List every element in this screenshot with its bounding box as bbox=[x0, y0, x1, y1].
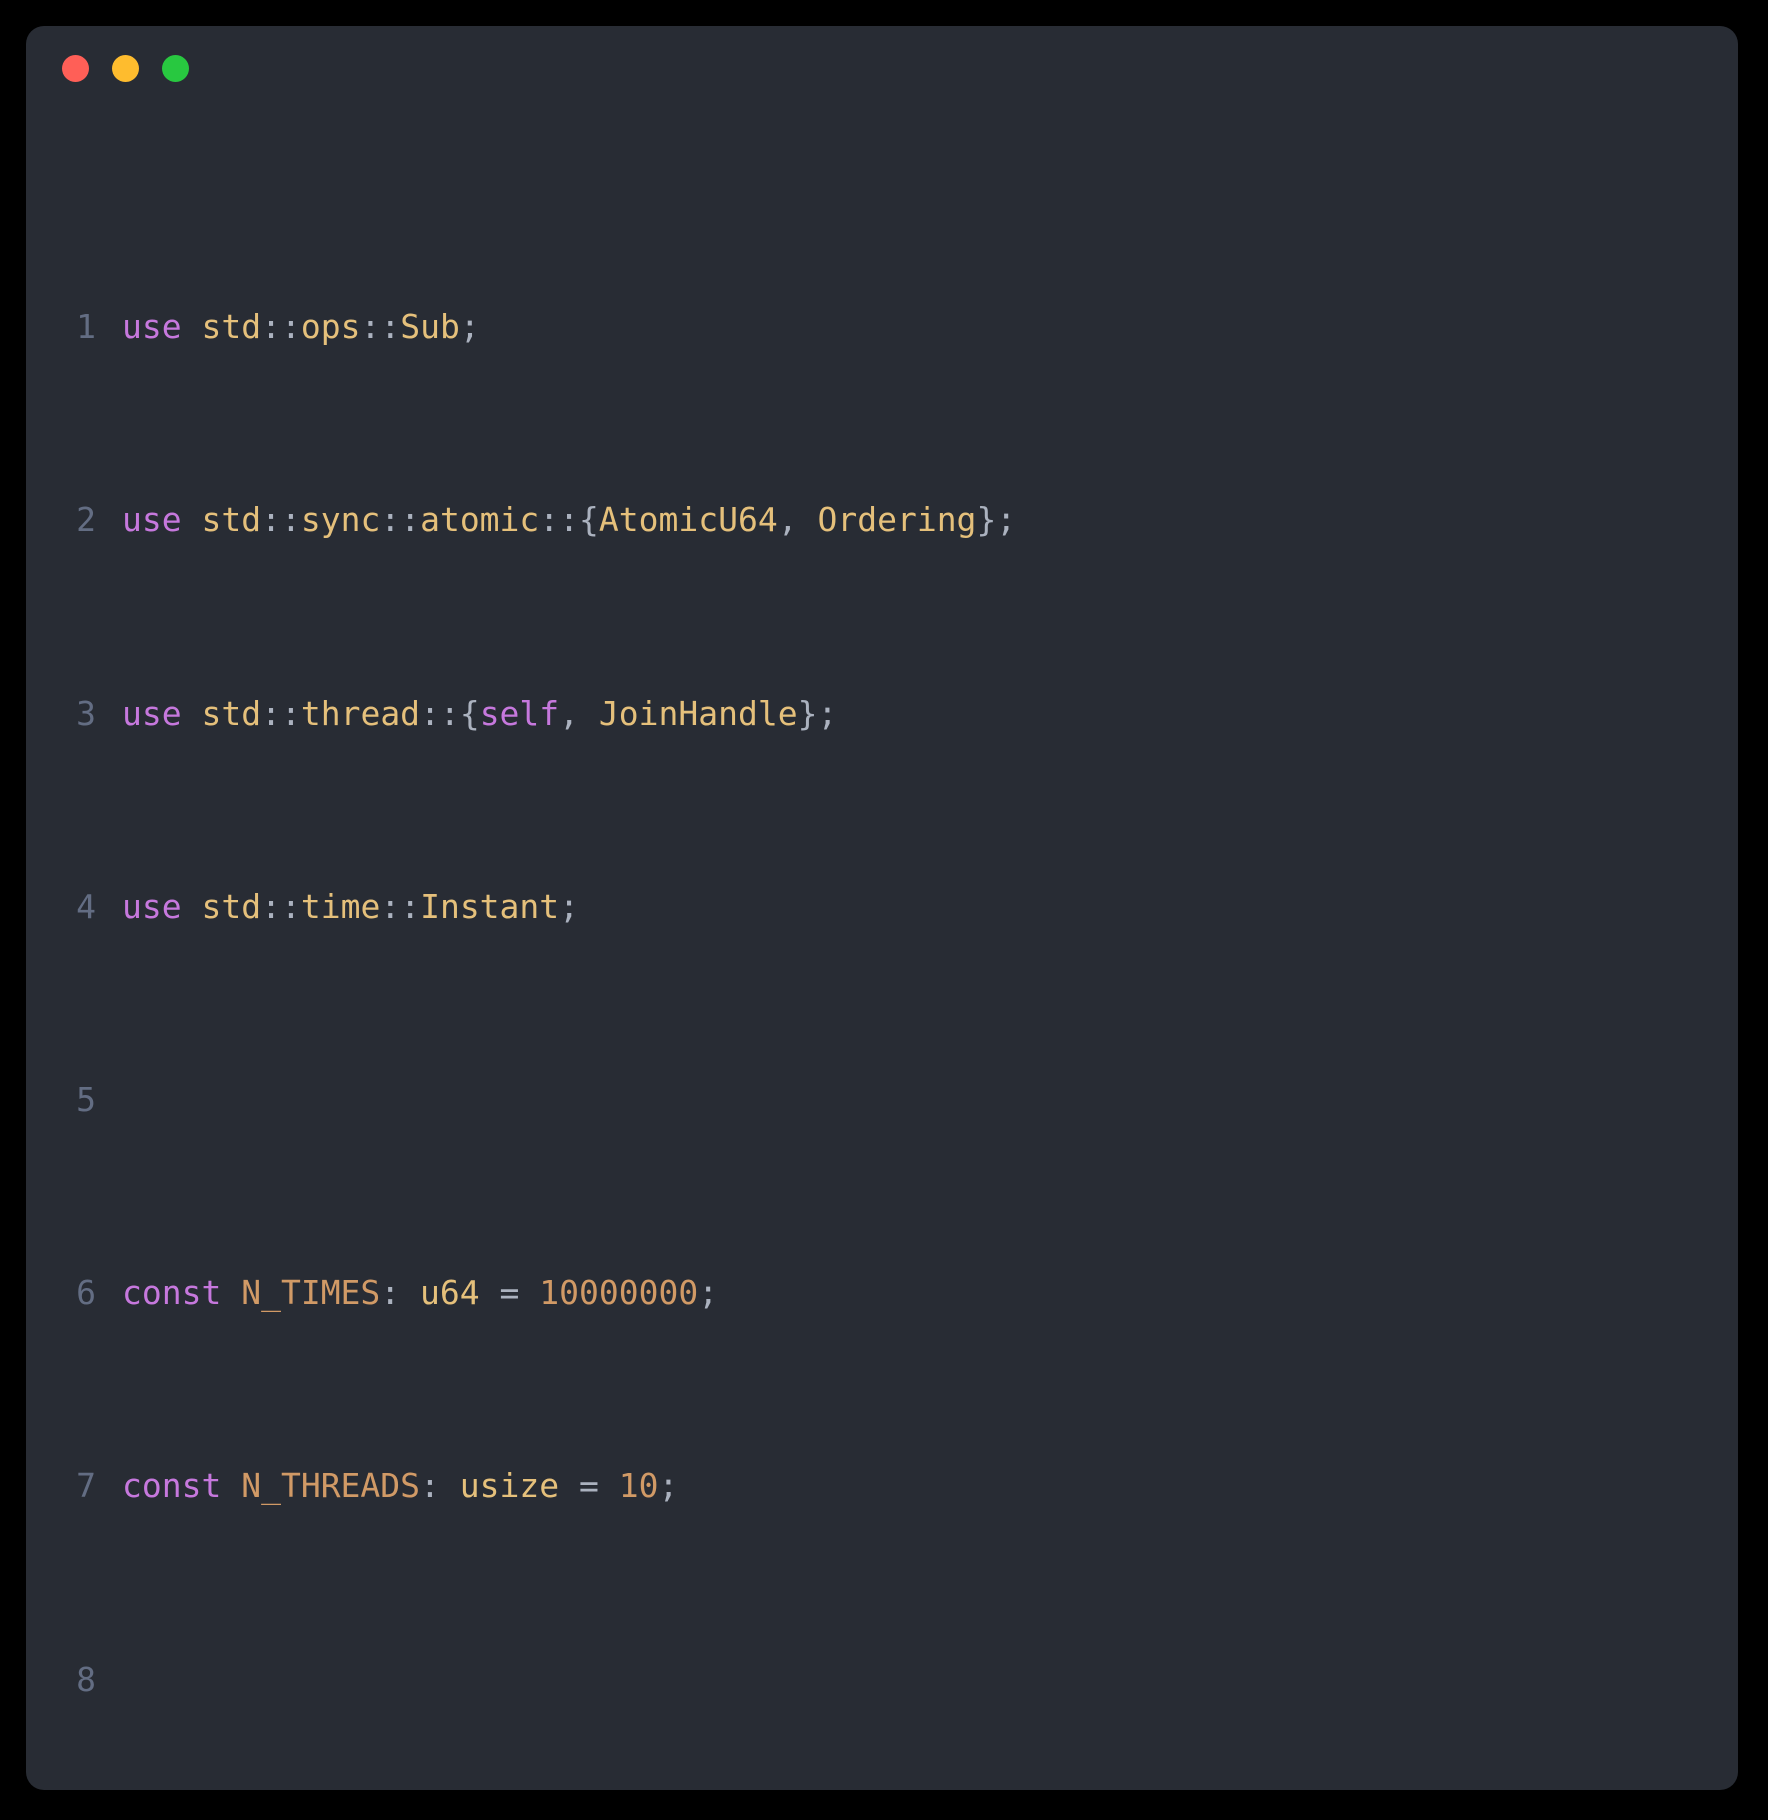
line-content[interactable]: use std::thread::{self, JoinHandle}; bbox=[122, 690, 1738, 738]
window-titlebar bbox=[26, 26, 1738, 110]
code-line: 3 use std::thread::{self, JoinHandle}; bbox=[26, 690, 1738, 738]
maximize-button-icon[interactable] bbox=[162, 54, 189, 82]
line-number: 8 bbox=[76, 1659, 96, 1699]
line-number: 1 bbox=[76, 307, 96, 347]
minimize-button-icon[interactable] bbox=[112, 54, 139, 82]
close-button-icon[interactable] bbox=[62, 54, 89, 82]
code-window: 1 use std::ops::Sub; 2 use std::sync::at… bbox=[26, 26, 1738, 1790]
line-number: 7 bbox=[76, 1466, 96, 1506]
line-number: 5 bbox=[76, 1079, 96, 1119]
line-content[interactable]: use std::time::Instant; bbox=[122, 883, 1738, 931]
line-content[interactable]: use std::ops::Sub; bbox=[122, 303, 1738, 351]
code-line: 2 use std::sync::atomic::{AtomicU64, Ord… bbox=[26, 496, 1738, 544]
code-line: 6 const N_TIMES: u64 = 10000000; bbox=[26, 1269, 1738, 1317]
line-number: 6 bbox=[76, 1273, 96, 1313]
line-number: 2 bbox=[76, 500, 96, 540]
code-editor[interactable]: 1 use std::ops::Sub; 2 use std::sync::at… bbox=[26, 110, 1738, 1790]
line-number: 4 bbox=[76, 886, 96, 926]
line-content[interactable]: const N_TIMES: u64 = 10000000; bbox=[122, 1269, 1738, 1317]
page-root: 1 use std::ops::Sub; 2 use std::sync::at… bbox=[0, 0, 1768, 1820]
code-line: 5 bbox=[26, 1076, 1738, 1124]
line-number: 3 bbox=[76, 693, 96, 733]
code-line: 4 use std::time::Instant; bbox=[26, 883, 1738, 931]
line-content[interactable]: use std::sync::atomic::{AtomicU64, Order… bbox=[122, 496, 1738, 544]
line-content[interactable]: const N_THREADS: usize = 10; bbox=[122, 1462, 1738, 1510]
code-line: 7 const N_THREADS: usize = 10; bbox=[26, 1462, 1738, 1510]
code-line: 8 bbox=[26, 1656, 1738, 1704]
code-line: 1 use std::ops::Sub; bbox=[26, 303, 1738, 351]
